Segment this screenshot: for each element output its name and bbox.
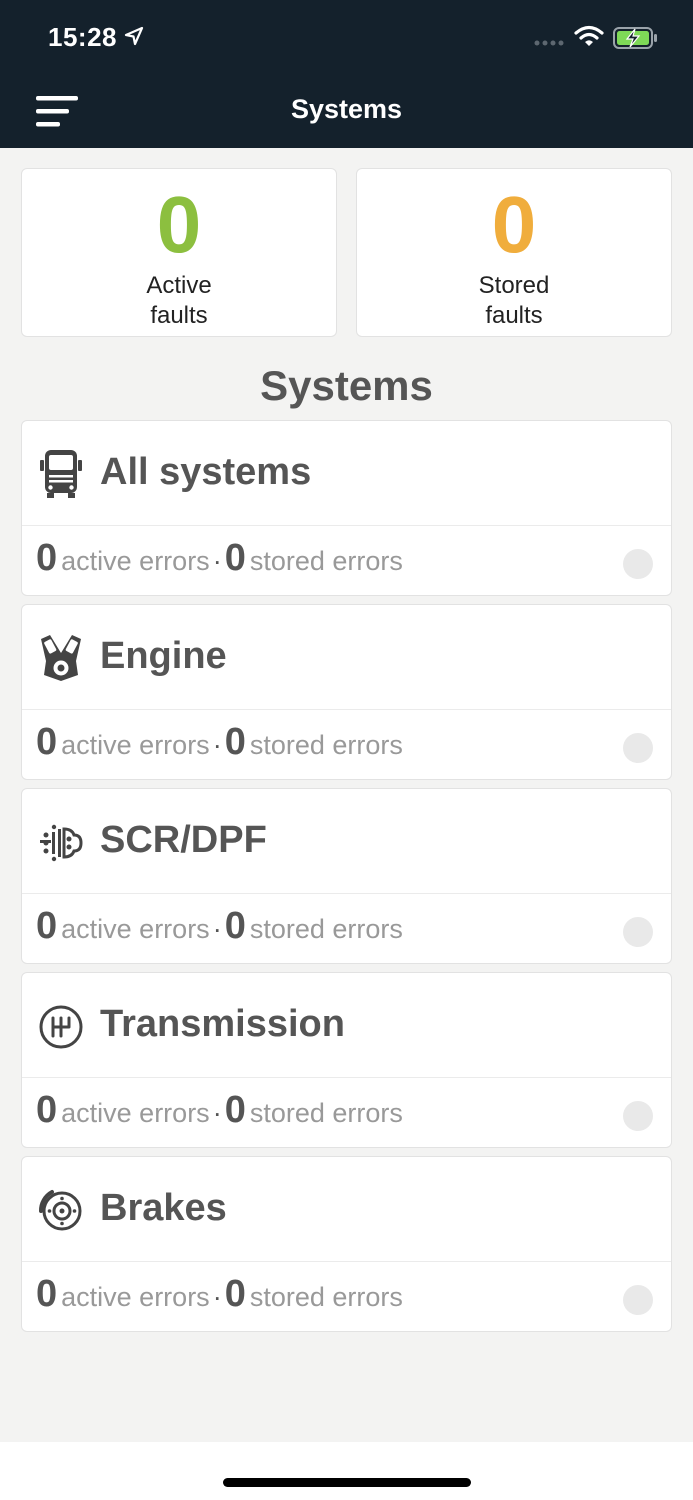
status-indicator	[623, 917, 653, 947]
location-arrow-icon	[124, 26, 144, 46]
system-stats: 0 active errors ·0 stored errors	[36, 721, 403, 764]
system-stats: 0 active errors ·0 stored errors	[36, 1089, 403, 1132]
system-stats: 0 active errors ·0 stored errors	[36, 905, 403, 948]
active-faults-label: Active faults	[146, 272, 212, 329]
active-errors-count: 0	[36, 905, 58, 947]
active-errors-count: 0	[36, 721, 58, 763]
signal-dots-icon	[534, 40, 564, 46]
system-stats: 0 active errors ·0 stored errors	[36, 1273, 403, 1316]
brake-disc-icon	[39, 1190, 82, 1231]
home-area	[0, 1442, 693, 1500]
stored-errors-count: 0	[224, 1089, 246, 1131]
system-card-scr-dpf[interactable]: SCR/DPF 0 active errors ·0 stored errors	[21, 788, 672, 964]
engine-icon	[41, 635, 81, 681]
system-header: Engine	[22, 605, 671, 710]
active-errors-label: active errors	[61, 1282, 210, 1312]
status-indicator	[623, 1285, 653, 1315]
active-errors-count: 0	[36, 537, 58, 579]
status-indicator	[623, 733, 653, 763]
stored-errors-count: 0	[224, 905, 246, 947]
truck-icon	[40, 450, 82, 498]
separator-dot: ·	[212, 914, 222, 944]
separator-dot: ·	[212, 730, 222, 760]
system-card-transmission[interactable]: Transmission 0 active errors ·0 stored erro…	[21, 972, 672, 1148]
active-errors-count: 0	[36, 1273, 58, 1315]
stored-errors-label: stored errors	[249, 914, 403, 944]
system-header: SCR/DPF	[22, 789, 671, 894]
wifi-icon	[574, 25, 604, 46]
gear-shift-icon	[39, 1005, 83, 1049]
stored-faults-card[interactable]: 0 Stored faults	[356, 168, 672, 337]
stored-faults-label: Stored faults	[478, 272, 550, 329]
stored-errors-count: 0	[224, 1273, 246, 1315]
active-faults-card[interactable]: 0 Active faults	[21, 168, 337, 337]
home-indicator[interactable]	[223, 1478, 471, 1487]
status-bar: 15:28	[0, 0, 693, 76]
system-header: Brakes	[22, 1157, 671, 1262]
system-name: Engine	[100, 635, 227, 677]
system-stats: 0 active errors ·0 stored errors	[36, 537, 403, 580]
stored-faults-count: 0	[491, 180, 537, 269]
active-errors-label: active errors	[61, 1098, 210, 1128]
active-faults-count: 0	[156, 180, 202, 269]
system-name: Transmission	[100, 1003, 345, 1045]
system-header: Transmission	[22, 973, 671, 1078]
system-card-brakes[interactable]: Brakes 0 active errors ·0 stored errors	[21, 1156, 672, 1332]
active-errors-label: active errors	[61, 730, 210, 760]
separator-dot: ·	[212, 1282, 222, 1312]
system-card-all-systems[interactable]: All systems 0 active errors ·0 stored error…	[21, 420, 672, 596]
status-indicator	[623, 1101, 653, 1131]
battery-charging-icon	[613, 27, 657, 49]
exhaust-icon	[40, 824, 83, 862]
stored-errors-label: stored errors	[249, 546, 403, 576]
system-header: All systems	[22, 421, 671, 526]
separator-dot: ·	[212, 546, 222, 576]
nav-bar: Systems	[0, 76, 693, 148]
active-errors-label: active errors	[61, 546, 210, 576]
system-card-engine[interactable]: Engine 0 active errors ·0 stored errors	[21, 604, 672, 780]
active-errors-count: 0	[36, 1089, 58, 1131]
separator-dot: ·	[212, 1098, 222, 1128]
stored-errors-label: stored errors	[249, 1282, 403, 1312]
system-name: Brakes	[100, 1187, 227, 1229]
status-indicator	[623, 549, 653, 579]
page-title: Systems	[290, 94, 403, 124]
section-title: Systems	[260, 362, 433, 409]
stored-errors-count: 0	[224, 537, 246, 579]
stored-errors-label: stored errors	[249, 1098, 403, 1128]
system-name: SCR/DPF	[100, 819, 267, 861]
stored-errors-count: 0	[224, 721, 246, 763]
status-time: 15:28	[48, 22, 117, 52]
active-errors-label: active errors	[61, 914, 210, 944]
stored-errors-label: stored errors	[249, 730, 403, 760]
system-name: All systems	[100, 451, 312, 493]
